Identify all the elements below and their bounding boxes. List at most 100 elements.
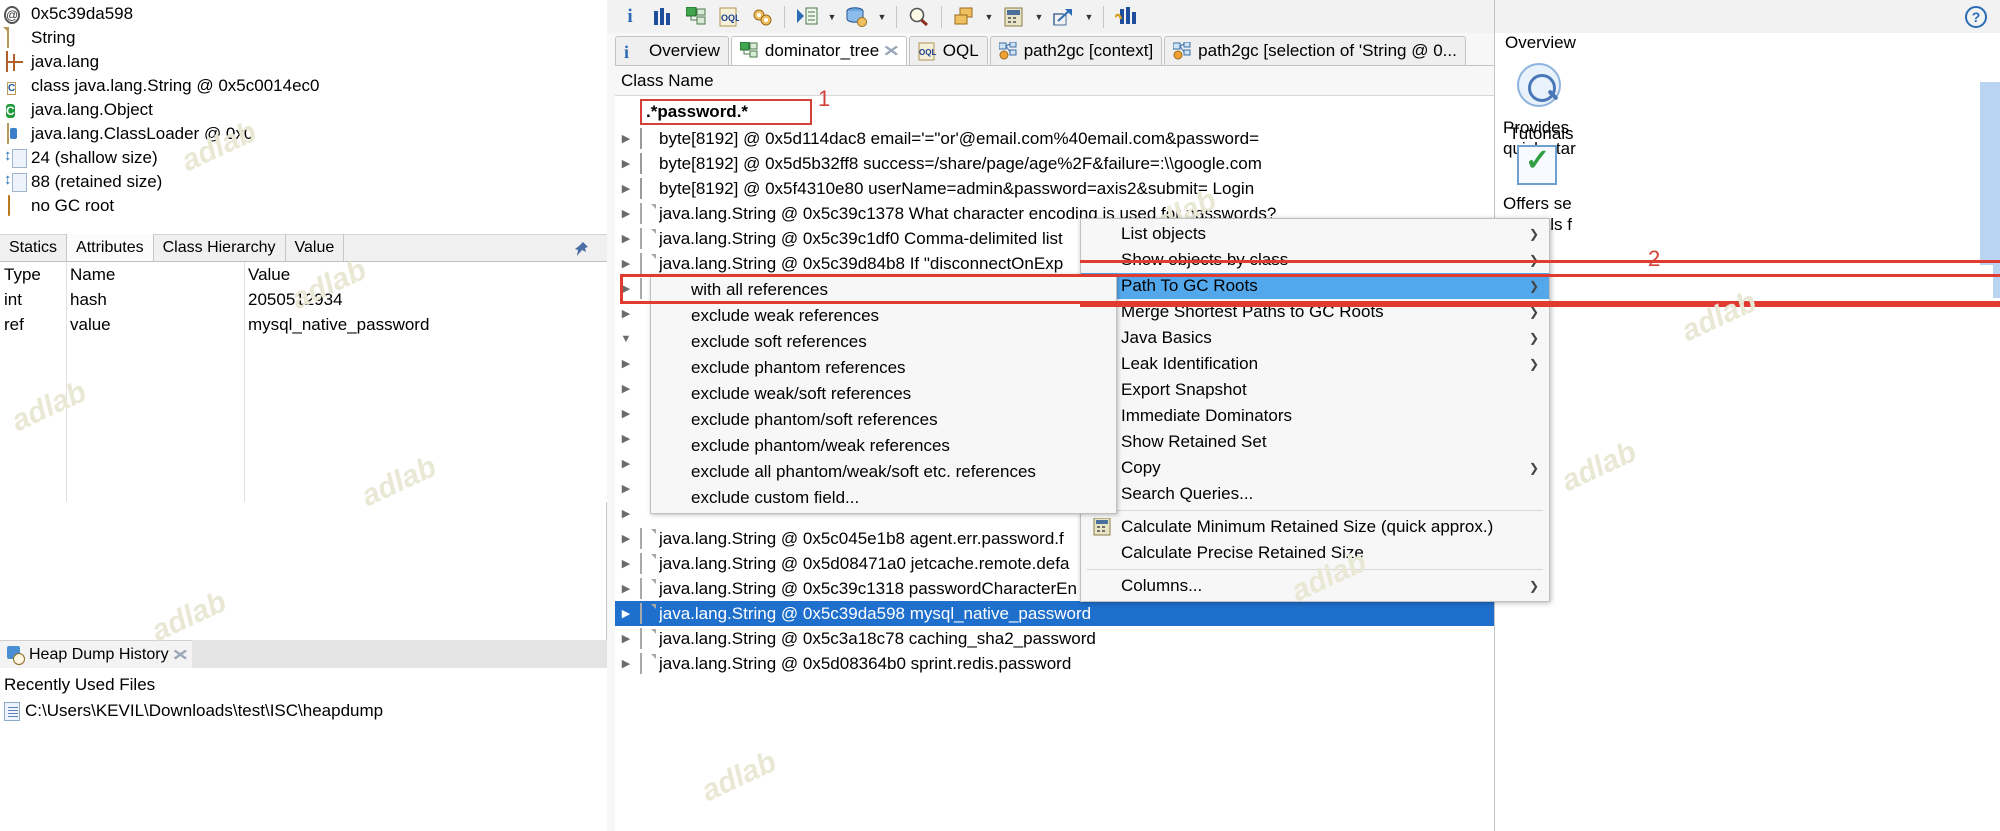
reference-filter-submenu: with all references exclude weak referen… <box>650 274 1117 514</box>
expand-arrow-icon[interactable]: ▶ <box>615 407 637 420</box>
menu-item-calculate-minimum-retained-size[interactable]: Calculate Minimum Retained Size (quick a… <box>1081 514 1549 540</box>
inspector-label: 0x5c39da598 <box>31 4 134 23</box>
tab-path2gc-selection[interactable]: path2gc [selection of 'String @ 0... <box>1164 36 1466 65</box>
chevron-down-icon[interactable]: ▼ <box>875 3 889 31</box>
path2gc-icon <box>998 41 1018 61</box>
pin-icon[interactable] <box>573 241 589 257</box>
tab-value[interactable]: Value <box>286 234 345 261</box>
menu-item-calculate-precise-retained-size[interactable]: Calculate Precise Retained Size <box>1081 540 1549 566</box>
inspector-row-address[interactable]: @ 0x5c39da598 <box>4 2 607 26</box>
expand-arrow-icon[interactable]: ▶ <box>615 457 637 470</box>
expand-arrow-icon[interactable]: ▶ <box>615 207 637 220</box>
column-header-value[interactable]: Value <box>244 265 607 285</box>
help-icon[interactable]: ? <box>1965 5 1987 28</box>
expand-arrow-icon[interactable]: ▶ <box>615 532 637 545</box>
menu-item-with-all-references[interactable]: with all references <box>651 277 1116 303</box>
expand-arrow-icon[interactable]: ▶ <box>615 432 637 445</box>
chevron-down-icon[interactable]: ▼ <box>1032 3 1046 31</box>
attributes-header-row: Type Name Value <box>0 262 607 287</box>
menu-item-leak-identification[interactable]: Leak Identification ❯ <box>1081 351 1549 377</box>
expand-arrow-icon[interactable]: ▶ <box>615 182 637 195</box>
tab-path2gc-context[interactable]: path2gc [context] <box>989 36 1163 65</box>
chevron-down-icon[interactable]: ▼ <box>825 3 839 31</box>
menu-item-columns[interactable]: Columns... ❯ <box>1081 573 1549 599</box>
list-item[interactable]: C:\Users\KEVIL\Downloads\test\ISC\heapdu… <box>4 698 607 724</box>
expand-arrow-icon[interactable]: ▶ <box>615 607 637 620</box>
menu-item-export-snapshot[interactable]: Export Snapshot <box>1081 377 1549 403</box>
expand-arrow-icon[interactable]: ▶ <box>615 357 637 370</box>
expand-arrow-icon[interactable]: ▶ <box>615 507 637 520</box>
expand-arrow-icon[interactable]: ▶ <box>615 482 637 495</box>
menu-item-exclude-weak-references[interactable]: exclude weak references <box>651 303 1116 329</box>
tab-statics[interactable]: Statics <box>0 234 68 261</box>
info-icon[interactable]: i <box>615 3 645 31</box>
oql-icon[interactable]: OQL <box>714 3 744 31</box>
inspector-row-retained-size[interactable]: 88 (retained size) <box>4 170 607 194</box>
menu-item-exclude-weak-soft-references[interactable]: exclude weak/soft references <box>651 381 1116 407</box>
expand-arrow-icon[interactable]: ▶ <box>615 307 637 320</box>
menu-item-list-objects[interactable]: List objects ❯ <box>1081 221 1549 247</box>
tab-overview[interactable]: i Overview <box>615 36 729 65</box>
search-icon[interactable] <box>904 3 934 31</box>
menu-item-exclude-soft-references[interactable]: exclude soft references <box>651 329 1116 355</box>
queries-icon[interactable] <box>747 3 777 31</box>
chevron-down-icon[interactable]: ▼ <box>1082 3 1096 31</box>
column-header-type[interactable]: Type <box>0 265 66 285</box>
menu-item-search-queries[interactable]: Search Queries... <box>1081 481 1549 507</box>
help-toolbar: ? <box>1495 0 2000 33</box>
expand-arrow-icon[interactable]: ▶ <box>615 132 637 145</box>
compare-icon[interactable] <box>1111 3 1141 31</box>
tab-heap-dump-history[interactable]: Heap Dump History ✕ <box>0 640 193 668</box>
chevron-right-icon: ❯ <box>1528 305 1539 319</box>
expand-arrow-icon[interactable]: ▶ <box>615 257 637 270</box>
tab-oql[interactable]: OQL OQL <box>908 36 988 65</box>
close-icon[interactable]: ✕ <box>171 646 189 664</box>
menu-item-exclude-all-references[interactable]: exclude all phantom/weak/soft etc. refer… <box>651 459 1116 485</box>
expand-arrow-icon[interactable]: ▶ <box>615 632 637 645</box>
tab-class-hierarchy[interactable]: Class Hierarchy <box>154 234 286 261</box>
column-header-name[interactable]: Name <box>66 265 244 285</box>
expand-arrow-icon[interactable]: ▶ <box>615 232 637 245</box>
expand-arrow-icon[interactable]: ▶ <box>615 282 637 295</box>
tab-attributes[interactable]: Attributes <box>67 234 154 261</box>
export-icon[interactable] <box>1049 3 1079 31</box>
dominator-tree-icon[interactable] <box>681 3 711 31</box>
expand-arrow-icon[interactable]: ▶ <box>615 382 637 395</box>
tab-dominator-tree[interactable]: dominator_tree ✕ <box>730 36 907 65</box>
inspector-label: java.lang <box>31 52 100 71</box>
expand-arrow-icon[interactable]: ▶ <box>615 557 637 570</box>
cell-type: int <box>4 289 22 309</box>
close-icon[interactable]: ✕ <box>883 42 901 60</box>
menu-item-java-basics[interactable]: Java Basics ❯ <box>1081 325 1549 351</box>
expand-arrow-icon[interactable]: ▶ <box>615 157 637 170</box>
menu-item-merge-shortest-paths-to-gc-roots[interactable]: Merge Shortest Paths to GC Roots ❯ <box>1081 299 1549 325</box>
inspector-row-class[interactable]: C class java.lang.String @ 0x5c0014ec0 <box>4 74 607 98</box>
heap-dump-db-icon[interactable] <box>842 3 872 31</box>
chevron-down-icon[interactable]: ▼ <box>982 3 996 31</box>
class-name-filter-input[interactable]: .*password.* <box>640 99 812 125</box>
run-expert-system-icon[interactable] <box>792 3 822 31</box>
inspector-row-classloader[interactable]: java.lang.ClassLoader @ 0x0 <box>4 122 607 146</box>
menu-item-exclude-phantom-references[interactable]: exclude phantom references <box>651 355 1116 381</box>
expand-arrow-icon[interactable]: ▶ <box>615 582 637 595</box>
expand-arrow-icon[interactable]: ▶ <box>615 657 637 670</box>
group-by-icon[interactable] <box>949 3 979 31</box>
menu-item-exclude-phantom-soft-references[interactable]: exclude phantom/soft references <box>651 407 1116 433</box>
inspector-row-type[interactable]: String <box>4 26 607 50</box>
menu-item-immediate-dominators[interactable]: Immediate Dominators <box>1081 403 1549 429</box>
collapse-arrow-icon[interactable]: ▼ <box>615 333 637 345</box>
inspector-row-shallow-size[interactable]: 24 (shallow size) <box>4 146 607 170</box>
table-row[interactable]: ref value mysql_native_password <box>0 312 607 337</box>
inspector-tab-bar: Statics Attributes Class Hierarchy Value <box>0 234 607 262</box>
calculator-icon[interactable] <box>999 3 1029 31</box>
menu-item-copy[interactable]: Copy ❯ <box>1081 455 1549 481</box>
inspector-row-superclass[interactable]: C java.lang.Object <box>4 98 607 122</box>
menu-item-exclude-phantom-weak-references[interactable]: exclude phantom/weak references <box>651 433 1116 459</box>
menu-item-path-to-gc-roots[interactable]: Path To GC Roots ❯ <box>1081 273 1549 299</box>
inspector-row-package[interactable]: java.lang <box>4 50 607 74</box>
inspector-row-gc-root[interactable]: no GC root <box>4 194 607 218</box>
histogram-icon[interactable] <box>648 3 678 31</box>
menu-item-exclude-custom-field[interactable]: exclude custom field... <box>651 485 1116 511</box>
table-row[interactable]: int hash 2050512934 <box>0 287 607 312</box>
menu-item-show-retained-set[interactable]: Show Retained Set <box>1081 429 1549 455</box>
